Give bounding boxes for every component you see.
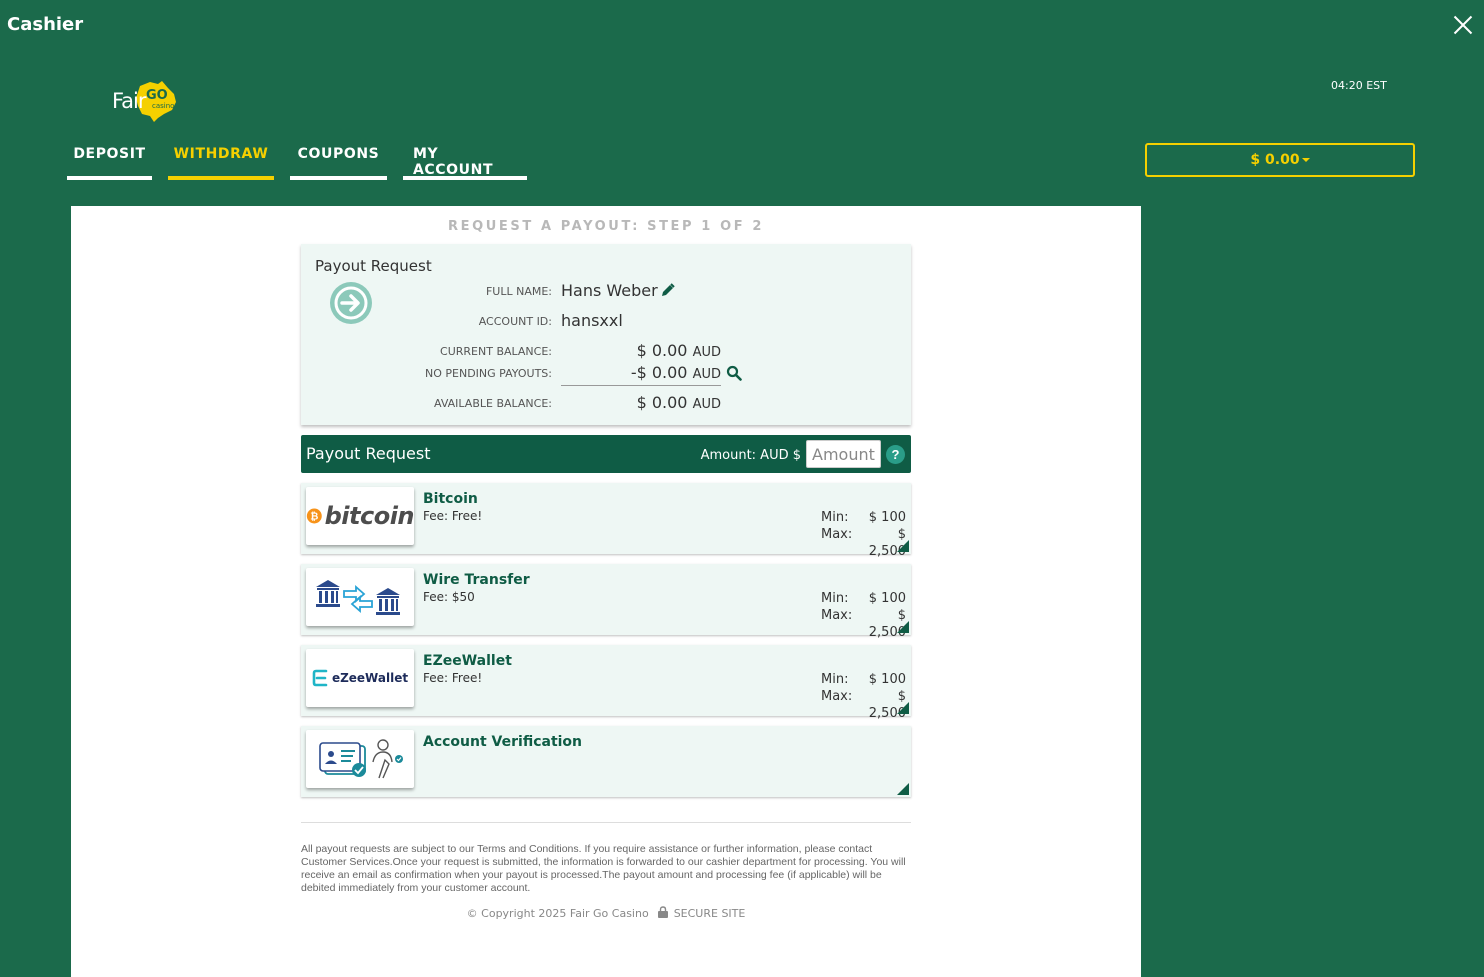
expand-corner-icon bbox=[897, 621, 909, 633]
chevron-down-icon bbox=[1301, 158, 1310, 162]
ezeewallet-logo: eZeeWallet bbox=[306, 649, 414, 707]
cashier-title: Cashier bbox=[7, 14, 84, 35]
method-name: Bitcoin bbox=[423, 491, 478, 507]
clock: 04:20 EST bbox=[1331, 79, 1387, 92]
secure-site-text: SECURE SITE bbox=[673, 907, 746, 920]
tab-deposit[interactable]: DEPOSIT bbox=[67, 142, 152, 180]
method-bitcoin[interactable]: ₿ bitcoin Bitcoin Fee: Free! Min: $ 100 M… bbox=[301, 483, 911, 559]
cashier-panel: REQUEST A PAYOUT: STEP 1 OF 2 Payout Req… bbox=[71, 206, 1141, 977]
method-limits: Min: $ 100 Max: $ 2,500 bbox=[821, 672, 906, 721]
payout-summary: Payout Request FULL NAME: Hans Weber ACC… bbox=[301, 244, 911, 425]
footer-divider bbox=[301, 822, 911, 823]
ezeewallet-icon bbox=[312, 669, 328, 687]
available-balance-row: AVAILABLE BALANCE: $ 0.00 AUD bbox=[301, 393, 911, 413]
fair-go-logo: Fair GO casino bbox=[110, 80, 180, 124]
method-limits: Min: $ 100 Max: $ 2,500 bbox=[821, 591, 906, 640]
method-fee: Fee: $50 bbox=[423, 590, 475, 604]
payout-request-bar: Payout Request Amount: AUD $ ? bbox=[301, 435, 911, 473]
pending-payouts-value: -$ 0.00 AUD bbox=[630, 363, 721, 382]
bank-transfer-icon bbox=[306, 568, 414, 626]
expand-corner-icon bbox=[897, 702, 909, 714]
method-fee: Fee: Free! bbox=[423, 509, 483, 523]
current-balance-value: $ 0.00 AUD bbox=[636, 341, 721, 360]
disclaimer-text: All payout requests are subject to our T… bbox=[301, 843, 906, 894]
step-title: REQUEST A PAYOUT: STEP 1 OF 2 bbox=[448, 219, 764, 234]
summary-title: Payout Request bbox=[315, 257, 432, 275]
current-balance-row: CURRENT BALANCE: $ 0.00 AUD bbox=[301, 341, 911, 361]
copyright: © Copyright 2025 Fair Go Casino SECURE S… bbox=[301, 906, 911, 921]
search-icon[interactable] bbox=[726, 365, 742, 386]
amount-label: Amount: AUD $ bbox=[700, 448, 801, 463]
lock-icon bbox=[658, 906, 669, 921]
method-name: Wire Transfer bbox=[423, 572, 530, 588]
method-account-verification[interactable]: Account Verification bbox=[301, 726, 911, 797]
tab-my-account[interactable]: MY ACCOUNT bbox=[403, 142, 527, 180]
pending-payouts-label: NO PENDING PAYOUTS: bbox=[425, 367, 552, 380]
tab-withdraw[interactable]: WITHDRAW bbox=[168, 142, 274, 180]
expand-corner-icon bbox=[897, 540, 909, 552]
method-fee: Fee: Free! bbox=[423, 671, 483, 685]
bitcoin-icon: ₿ bbox=[306, 508, 322, 524]
expand-corner-icon bbox=[897, 783, 909, 795]
svg-text:₿: ₿ bbox=[310, 512, 318, 523]
available-balance-label: AVAILABLE BALANCE: bbox=[434, 397, 552, 410]
close-icon[interactable] bbox=[1452, 14, 1474, 36]
account-id-row: ACCOUNT ID: hansxxl bbox=[301, 311, 911, 331]
pencil-icon[interactable] bbox=[661, 283, 675, 302]
help-icon[interactable]: ? bbox=[886, 445, 905, 464]
full-name-row: FULL NAME: Hans Weber bbox=[301, 281, 911, 301]
balance-dropdown-button[interactable]: $ 0.00 bbox=[1145, 143, 1415, 177]
copyright-text: © Copyright 2025 Fair Go Casino bbox=[466, 907, 649, 920]
cashier-nav: DEPOSIT WITHDRAW COUPONS MY ACCOUNT bbox=[67, 142, 543, 180]
bitcoin-logo: ₿ bitcoin bbox=[306, 487, 414, 545]
method-name: Account Verification bbox=[423, 734, 583, 750]
account-id-value: hansxxl bbox=[561, 311, 623, 330]
method-limits: Min: $ 100 Max: $ 2,500 bbox=[821, 510, 906, 559]
balance-value: $ 0.00 bbox=[1250, 152, 1300, 168]
account-id-label: ACCOUNT ID: bbox=[478, 315, 552, 328]
current-balance-label: CURRENT BALANCE: bbox=[440, 345, 552, 358]
full-name-value: Hans Weber bbox=[561, 281, 658, 300]
tab-coupons[interactable]: COUPONS bbox=[290, 142, 387, 180]
available-balance-value: $ 0.00 AUD bbox=[636, 393, 721, 412]
balance-divider bbox=[561, 385, 721, 386]
payout-request-title: Payout Request bbox=[306, 444, 431, 463]
method-wire-transfer[interactable]: Wire Transfer Fee: $50 Min: $ 100 Max: $ 2… bbox=[301, 564, 911, 640]
full-name-label: FULL NAME: bbox=[485, 285, 552, 298]
pending-payouts-row: NO PENDING PAYOUTS: -$ 0.00 AUD bbox=[301, 363, 911, 383]
id-verification-icon bbox=[306, 730, 414, 788]
method-ezeewallet[interactable]: eZeeWallet EZeeWallet Fee: Free! Min: $ 1… bbox=[301, 645, 911, 721]
amount-input[interactable] bbox=[806, 440, 881, 468]
method-name: EZeeWallet bbox=[423, 653, 512, 669]
